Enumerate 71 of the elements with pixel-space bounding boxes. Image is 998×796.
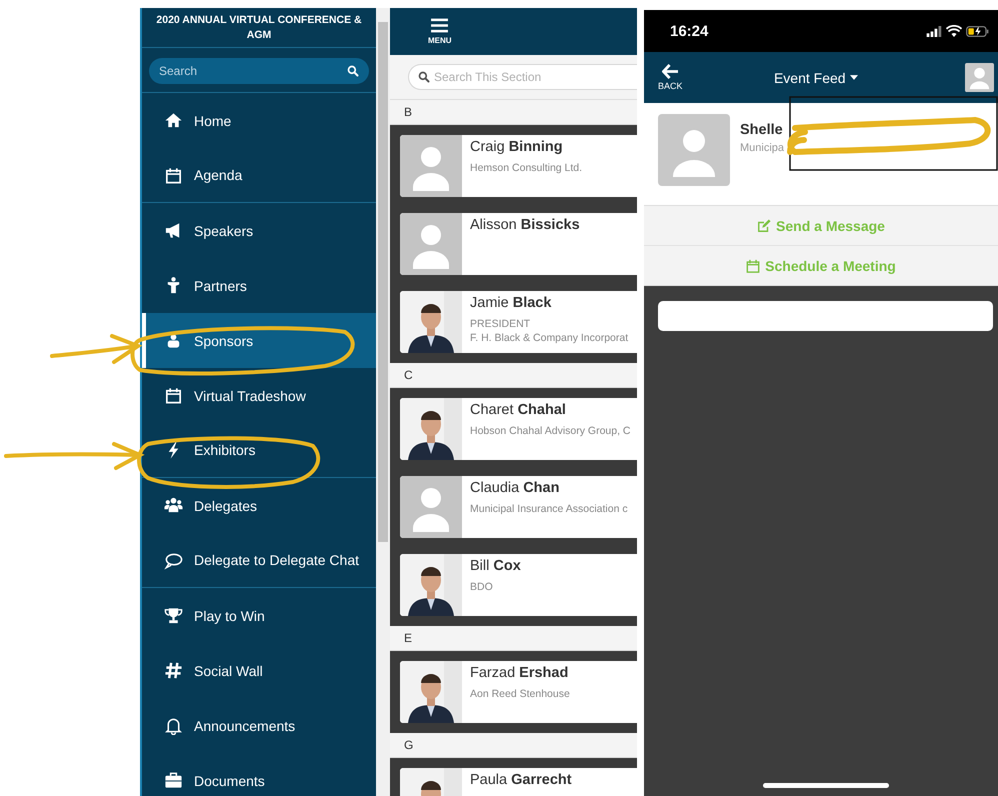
section-letter: G bbox=[390, 733, 637, 758]
search-icon bbox=[418, 71, 430, 83]
menu-item[interactable]: Sponsors bbox=[142, 313, 376, 368]
search-field[interactable]: Search bbox=[149, 58, 369, 84]
search-icon bbox=[347, 65, 359, 77]
menu-item[interactable]: Delegates bbox=[142, 478, 376, 533]
briefcase-icon bbox=[164, 771, 183, 790]
person-name: Charet Chahal bbox=[470, 402, 567, 419]
menu-icon bbox=[430, 18, 450, 33]
person-card[interactable]: Bill Cox BDO bbox=[400, 554, 637, 616]
person-card[interactable]: Alisson Bissicks bbox=[400, 213, 637, 275]
hashtag-icon bbox=[164, 661, 183, 680]
event-feed-dropdown[interactable]: Event Feed bbox=[774, 70, 858, 86]
scrollbar[interactable] bbox=[376, 8, 390, 796]
menu-item[interactable]: Documents bbox=[142, 753, 376, 796]
section-letter: B bbox=[390, 100, 637, 125]
menu-item[interactable]: Social Wall bbox=[142, 643, 376, 698]
person-detail: BDO bbox=[470, 581, 494, 593]
calendar-icon bbox=[164, 386, 183, 405]
person-name: Farzad Ershad bbox=[470, 665, 570, 682]
person-detail: Aon Reed Stenhouse bbox=[470, 688, 570, 700]
person-card[interactable]: Farzad Ershad Aon Reed Stenhouse bbox=[400, 661, 637, 723]
person-name: Jamie Black bbox=[470, 295, 552, 312]
trophy-icon bbox=[164, 606, 183, 625]
person-name: Alisson Bissicks bbox=[470, 217, 580, 234]
calendar-icon bbox=[746, 258, 760, 272]
caret-icon bbox=[850, 75, 858, 80]
person-card[interactable]: Claudia Chan Municipal Insurance Association c bbox=[400, 476, 637, 538]
section-letter: C bbox=[390, 363, 637, 388]
person-name: Paula Garrecht bbox=[470, 772, 572, 789]
edit-icon bbox=[757, 218, 772, 232]
wifi-icon bbox=[946, 25, 962, 37]
signal-icon bbox=[926, 26, 942, 36]
people-icon bbox=[164, 496, 183, 515]
search-field[interactable]: Search This Section bbox=[408, 64, 637, 90]
battery-icon bbox=[966, 26, 990, 36]
back-button[interactable]: BACK bbox=[658, 64, 683, 91]
menu-item[interactable]: Virtual Tradeshow bbox=[142, 368, 376, 423]
avatar-icon[interactable] bbox=[965, 63, 994, 92]
avatar-placeholder-icon bbox=[658, 114, 730, 186]
profile-name: Shelle bbox=[740, 122, 784, 138]
section-letter: E bbox=[390, 626, 637, 651]
person-detail: Municipal Insurance Association c bbox=[470, 503, 628, 515]
person-detail: PRESIDENT bbox=[470, 318, 532, 330]
menu-item[interactable]: Announcements bbox=[142, 698, 376, 753]
menu-button[interactable]: MENU bbox=[428, 18, 452, 45]
home-icon bbox=[164, 111, 183, 130]
person-detail: Hobson Chahal Advisory Group, C bbox=[470, 425, 630, 437]
avatar-placeholder-icon bbox=[400, 213, 462, 275]
back-arrow-icon bbox=[662, 64, 679, 79]
menu-item[interactable]: Partners bbox=[142, 258, 376, 313]
person-name: Bill Cox bbox=[470, 558, 521, 575]
calendar-icon bbox=[164, 166, 183, 184]
person-detail: F. H. Black & Company Incorporat bbox=[470, 332, 628, 344]
menu-item[interactable]: Play to Win bbox=[142, 588, 376, 643]
person-card[interactable]: Jamie Black PRESIDENT F. H. Black & Company Incorporat bbox=[400, 291, 637, 353]
status-time: 16:24 bbox=[670, 22, 708, 40]
speech-bubble-icon bbox=[164, 550, 183, 570]
menu-item[interactable]: Home bbox=[142, 93, 376, 148]
profile-organization: Municipa bbox=[740, 142, 784, 154]
person-card[interactable]: Craig Binning Hemson Consulting Ltd. bbox=[400, 135, 637, 197]
text-field[interactable] bbox=[658, 301, 993, 331]
menu-item[interactable]: Speakers bbox=[142, 203, 376, 258]
bell-icon bbox=[164, 716, 183, 735]
person-card[interactable]: Charet Chahal Hobson Chahal Advisory Group, C bbox=[400, 398, 637, 460]
avatar-placeholder-icon bbox=[400, 135, 462, 197]
avatar-placeholder-icon bbox=[400, 476, 462, 538]
person-name: Claudia Chan bbox=[470, 480, 560, 497]
person-card[interactable]: Paula Garrecht bbox=[400, 768, 637, 796]
person-name: Craig Binning bbox=[470, 139, 564, 156]
person-detail: Hemson Consulting Ltd. bbox=[470, 162, 582, 174]
